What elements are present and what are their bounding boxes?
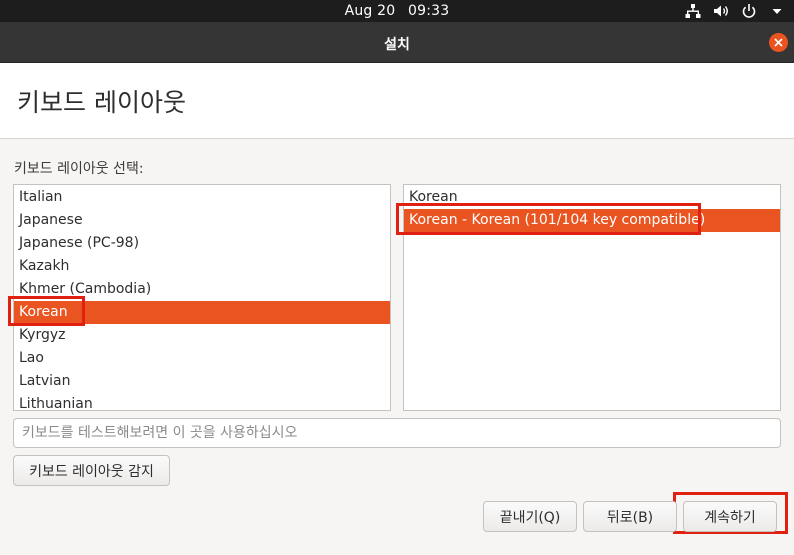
power-icon[interactable] [740, 2, 758, 20]
list-item[interactable]: Lao [14, 347, 390, 370]
close-icon [774, 38, 783, 47]
page-header: 키보드 레이아웃 [0, 63, 794, 139]
list-item[interactable]: Kyrgyz [14, 324, 390, 347]
clock-date: Aug 20 [344, 3, 396, 19]
window-titlebar: 설치 [0, 22, 794, 63]
list-item[interactable]: Japanese (PC-98) [14, 232, 390, 255]
list-item[interactable]: Korean [14, 301, 390, 324]
clock-time: 09:33 [408, 3, 450, 19]
close-button[interactable] [769, 33, 788, 52]
list-item[interactable]: Khmer (Cambodia) [14, 278, 390, 301]
list-item[interactable]: Korean [404, 186, 780, 209]
keyboard-test-input[interactable] [13, 418, 781, 448]
list-item[interactable]: Lithuanian [14, 393, 390, 410]
list-item[interactable]: Kazakh [14, 255, 390, 278]
network-icon[interactable] [684, 2, 702, 20]
back-button[interactable]: 뒤로(B) [583, 501, 677, 532]
quit-button[interactable]: 끝내기(Q) [483, 501, 577, 532]
window-title: 설치 [384, 37, 410, 53]
list-item[interactable]: Latvian [14, 370, 390, 393]
variant-list[interactable]: Korean Korean - Korean (101/104 key compa… [403, 184, 781, 411]
continue-button[interactable]: 계속하기 [683, 501, 777, 532]
page-title: 키보드 레이아웃 [17, 88, 186, 117]
layout-select-label: 키보드 레이아웃 선택: [14, 161, 144, 177]
volume-icon[interactable] [712, 2, 730, 20]
menu-arrow-icon[interactable] [768, 2, 786, 20]
clock[interactable]: Aug 20 09:33 [0, 3, 794, 19]
detect-layout-button[interactable]: 키보드 레이아웃 감지 [13, 455, 170, 486]
system-tray[interactable] [684, 2, 786, 20]
list-item[interactable]: Korean - Korean (101/104 key compatible) [404, 209, 780, 232]
layout-list[interactable]: Italian Japanese Japanese (PC-98) Kazakh Khm… [13, 184, 391, 411]
system-top-bar: Aug 20 09:33 [0, 0, 794, 22]
list-item[interactable]: Japanese [14, 209, 390, 232]
list-item[interactable]: Italian [14, 186, 390, 209]
